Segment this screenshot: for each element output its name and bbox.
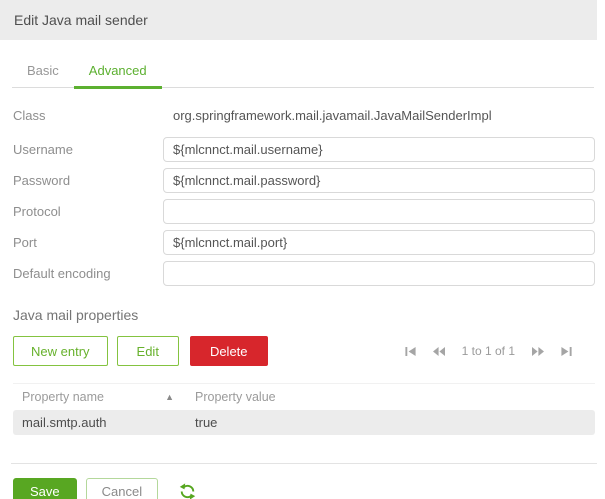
next-page-icon[interactable]: [532, 346, 544, 356]
tab-bar: Basic Advanced: [12, 40, 594, 89]
dialog-edit-java-mail-sender: Edit Java mail sender Basic Advanced Cla…: [0, 0, 605, 499]
properties-table: Property name ▲ Property value mail.smtp…: [13, 383, 595, 435]
port-input[interactable]: [163, 229, 595, 255]
table-header: Property name ▲ Property value: [13, 383, 595, 410]
field-row-username: Username: [13, 136, 595, 162]
default-encoding-input[interactable]: [163, 260, 595, 286]
column-header-property-value[interactable]: Property value: [185, 390, 276, 404]
dialog-titlebar: Edit Java mail sender: [0, 0, 597, 40]
field-row-port: Port: [13, 229, 595, 255]
first-page-icon[interactable]: [405, 346, 416, 356]
new-entry-button[interactable]: New entry: [13, 336, 108, 366]
field-label-password: Password: [13, 172, 71, 188]
column-header-property-name[interactable]: Property name ▲: [13, 390, 185, 404]
field-label-default-encoding: Default encoding: [13, 265, 111, 281]
properties-toolbar: New entry Edit Delete 1 to 1 of 1: [13, 336, 592, 366]
properties-section-heading: Java mail properties: [13, 307, 139, 323]
field-row-default-encoding: Default encoding: [13, 260, 595, 286]
tab-basic[interactable]: Basic: [12, 55, 74, 89]
form: Class org.springframework.mail.javamail.…: [0, 88, 605, 286]
last-page-icon[interactable]: [561, 346, 572, 356]
field-label-username: Username: [13, 141, 73, 157]
sort-ascending-icon[interactable]: ▲: [165, 392, 185, 402]
save-button[interactable]: Save: [13, 478, 77, 499]
table-row[interactable]: mail.smtp.auth true: [13, 410, 595, 435]
property-value-cell: true: [195, 415, 218, 430]
refresh-icon[interactable]: [179, 483, 196, 499]
footer: Save Cancel: [13, 478, 592, 499]
delete-button[interactable]: Delete: [189, 336, 268, 366]
edit-button[interactable]: Edit: [116, 336, 179, 366]
field-row-protocol: Protocol: [13, 198, 595, 224]
tab-advanced[interactable]: Advanced: [73, 55, 162, 89]
field-label-class: Class: [13, 107, 46, 123]
username-input[interactable]: [163, 136, 595, 162]
field-row-class: Class org.springframework.mail.javamail.…: [13, 102, 595, 128]
column-header-label: Property name: [22, 390, 104, 404]
pagination-status: 1 to 1 of 1: [461, 344, 515, 358]
class-value: org.springframework.mail.javamail.JavaMa…: [173, 107, 492, 123]
password-input[interactable]: [163, 167, 595, 193]
property-name-cell: mail.smtp.auth: [22, 415, 107, 430]
cancel-button[interactable]: Cancel: [85, 478, 159, 499]
field-label-protocol: Protocol: [13, 203, 61, 219]
protocol-input[interactable]: [163, 198, 595, 224]
footer-divider: [11, 463, 597, 464]
dialog-title: Edit Java mail sender: [14, 12, 148, 28]
previous-page-icon[interactable]: [432, 346, 445, 356]
field-row-password: Password: [13, 167, 595, 193]
field-label-port: Port: [13, 234, 37, 250]
pagination: 1 to 1 of 1: [405, 344, 572, 358]
